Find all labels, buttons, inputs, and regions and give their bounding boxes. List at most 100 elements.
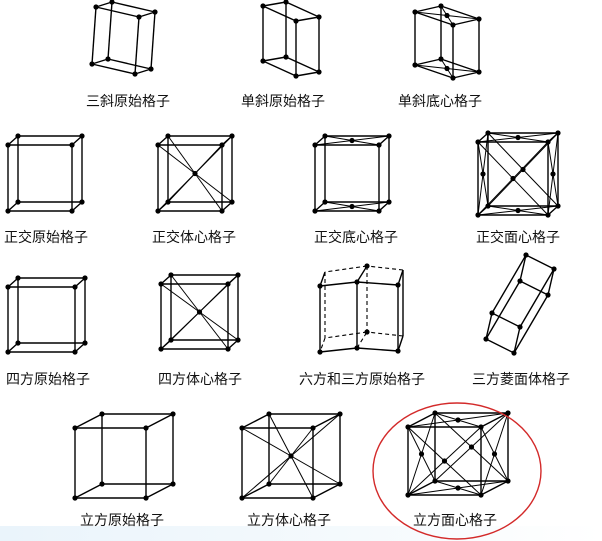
lattice-point: [354, 279, 360, 285]
orthorhombic-base-centered-diagram: [312, 133, 392, 214]
trigonal-rhombohedral-diagram: [483, 252, 557, 356]
lattice-point: [72, 495, 78, 501]
lattice-point: [143, 495, 149, 501]
monoclinic-base-centered-diagram: [412, 3, 482, 81]
lattice-point: [545, 292, 551, 298]
lattice-point: [152, 9, 158, 15]
lattice-caption: 正交面心格子: [476, 229, 560, 246]
cell-edge: [145, 483, 174, 499]
cell-edge: [324, 265, 368, 273]
face-center-point: [349, 137, 355, 144]
triclinic-primitive-diagram: [89, 0, 158, 77]
lattice-point: [79, 133, 85, 139]
cell-edge: [356, 281, 399, 286]
cell-edge: [285, 1, 320, 18]
cell-edge: [241, 413, 270, 429]
orthorhombic-primitive-diagram: [5, 133, 85, 214]
cell-edge: [356, 347, 399, 352]
orthorhombic-face-centered-diagram: [475, 130, 561, 218]
lattice-point: [132, 71, 138, 77]
lattice-point: [143, 425, 149, 431]
lattice-point: [316, 14, 322, 20]
lattice-caption: 三方菱面体格子: [472, 372, 570, 388]
lattice-caption: 四方体心格子: [158, 372, 242, 388]
cell-edge: [519, 268, 555, 328]
lattice-caption: 单斜原始格子: [241, 94, 325, 110]
orthorhombic-body-centered-diagram: [155, 133, 235, 214]
cell-edge: [262, 1, 287, 7]
cell-edge: [452, 18, 480, 26]
cell-edge: [145, 413, 174, 429]
lattice-point: [15, 275, 21, 281]
cell-edge: [485, 280, 521, 340]
lattice-point: [136, 14, 142, 20]
lattice-caption: 三斜原始格子: [86, 94, 170, 110]
cell-edge: [91, 63, 136, 75]
cell-edge: [107, 58, 152, 70]
lattice-point: [260, 3, 266, 9]
lattice-point: [72, 284, 78, 290]
cell-edge: [285, 56, 320, 73]
cell-edge: [319, 347, 358, 353]
face-center-point: [550, 171, 556, 177]
lattice-point: [15, 340, 21, 346]
lattice-caption: 立方体心格子: [247, 513, 331, 529]
cell-edge: [312, 483, 341, 499]
cell-edge: [111, 1, 156, 13]
cell-edge: [295, 71, 320, 77]
face-center-point: [520, 166, 526, 173]
cell-edge: [324, 331, 368, 339]
lattice-point: [260, 58, 266, 64]
face-center-point: [455, 417, 461, 423]
lattice-point: [293, 73, 299, 79]
lattice-point: [170, 481, 176, 487]
body-center-point: [192, 170, 198, 177]
lattice-point: [354, 345, 360, 351]
cell-edge: [485, 338, 515, 354]
lattice-point: [395, 282, 401, 288]
lattice-point: [99, 411, 105, 417]
lattice-caption: 单斜底心格子: [398, 94, 482, 110]
lattice-point: [483, 336, 489, 342]
face-center-point: [349, 203, 355, 210]
cubic-body-centered-diagram: [239, 411, 343, 501]
lattice-point: [72, 425, 78, 431]
lattice-point: [99, 481, 105, 487]
face-center-point: [444, 12, 450, 19]
lattice-caption: 正交原始格子: [4, 229, 88, 246]
body-center-point: [288, 453, 294, 459]
lattice-point: [489, 310, 495, 316]
face-center-point: [491, 451, 498, 457]
lattice-point: [148, 66, 154, 72]
face-center-point: [515, 207, 521, 214]
hexagonal-trigonal-primitive-diagram: [317, 263, 404, 355]
lattice-point: [79, 199, 85, 205]
lattice-point: [109, 0, 115, 5]
cell-edge: [356, 265, 368, 283]
cell-edge: [150, 11, 156, 70]
cell-edge: [262, 56, 287, 62]
lattice-point: [93, 4, 99, 10]
lattice-point: [5, 284, 11, 290]
lattice-point: [364, 329, 370, 335]
lattice-point: [517, 278, 523, 284]
face-center-point: [515, 134, 521, 141]
face-center-point: [480, 171, 486, 177]
lattice-point: [5, 208, 11, 214]
body-center-point: [196, 309, 203, 315]
cell-edge: [525, 254, 555, 270]
cell-edge: [491, 312, 521, 328]
lattice-caption: 正交底心格子: [314, 229, 398, 246]
lattice-point: [82, 340, 88, 346]
lattice-point: [316, 69, 322, 75]
cell-edge: [356, 331, 368, 349]
cell-edge: [74, 483, 103, 499]
lattice-caption: 立方原始格子: [80, 513, 164, 529]
lattice-point: [395, 348, 401, 354]
face-center-point: [441, 458, 448, 464]
cell-edge: [262, 60, 297, 77]
lattice-point: [82, 275, 88, 281]
lattice-point: [317, 349, 323, 355]
lattice-point: [69, 208, 75, 214]
lattice-caption: 正交体心格子: [152, 229, 236, 246]
